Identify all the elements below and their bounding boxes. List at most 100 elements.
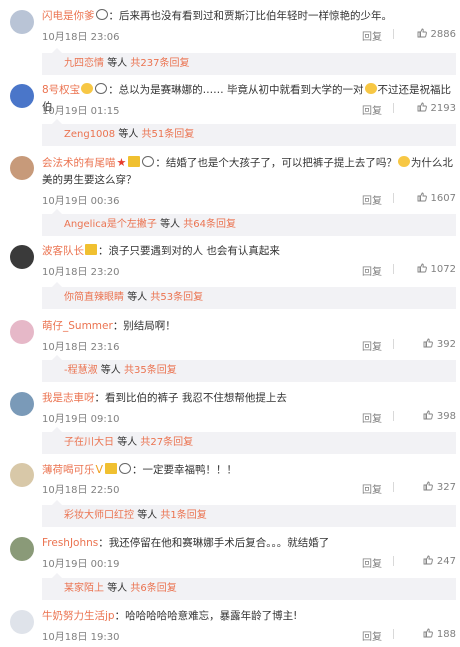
like-button[interactable]: 2886 [400,28,456,40]
like-count: 2193 [430,103,456,114]
reply-button[interactable]: 回复 [362,481,382,496]
view-replies-link[interactable]: 共1条回复 [160,510,206,521]
reply-author[interactable]: 彩妆大师口红控 [64,510,134,521]
panda-emoji-icon [95,83,108,94]
like-button[interactable]: 398 [400,410,456,422]
reply-button[interactable]: 回复 [362,102,382,117]
divider [393,482,394,492]
like-button[interactable]: 188 [400,628,456,640]
reply-summary: 彩妆大师口红控 等人 共1条回复 [42,500,456,527]
like-button[interactable]: 2193 [400,102,456,114]
comment-text: ：看到比伯的裤子 我忍不住想帮他提上去 [94,392,287,404]
avatar[interactable] [10,463,34,487]
reply-author[interactable]: 你简直辣眼睛 [64,292,124,303]
like-button[interactable]: 327 [400,481,456,493]
commenter-name[interactable]: FreshJohns [42,537,98,549]
thumbs-up-icon [417,192,427,202]
comment-body: 波客队长 ：浪子只要遇到对的人 也会有认真起来 [42,243,456,260]
reply-author[interactable]: Zeng1008 [64,129,115,140]
caret-up-icon [52,427,62,432]
reply-button[interactable]: 回复 [362,628,382,643]
divider [393,629,394,639]
view-replies-link[interactable]: 共35条回复 [124,365,177,376]
like-count: 392 [436,339,456,350]
reply-suffix: 等人 [137,510,158,521]
comment-text: ：总以为是赛琳娜的…… 毕竟从初中就看到大学的一对 [108,84,364,96]
commenter-name[interactable]: 8号权宝 [42,84,80,96]
view-replies-link[interactable]: 共27条回复 [140,437,193,448]
reply-suffix: 等人 [127,292,148,303]
like-button[interactable]: 247 [400,555,456,567]
panda-emoji-icon [142,156,155,167]
panda-emoji-icon [119,463,132,474]
caret-up-icon [52,500,62,505]
heart-badge-icon: V [95,463,104,476]
thumbs-up-icon [423,481,433,491]
avatar-image [10,156,34,180]
comment-meta: 10月18日 22:50 回复 327 [42,481,456,496]
like-button[interactable]: 1072 [400,263,456,275]
like-count: 1607 [430,193,456,204]
smiley-emoji-icon [81,83,94,94]
crown-badge-icon [128,156,141,167]
comment-text: ：浪子只要遇到对的人 也会有认真起来 [98,245,280,257]
comment-body: 薄荷喝可乐V ：一定要幸福鸭！！！ [42,461,456,479]
smiley-emoji-icon [397,156,410,167]
like-button[interactable]: 392 [400,338,456,350]
reply-summary: 某家陌上 等人 共6条回复 [42,573,456,600]
view-replies-link[interactable]: 共53条回复 [150,292,203,303]
reply-author[interactable]: 九四恋情 [64,58,104,69]
avatar[interactable] [10,392,34,416]
reply-button[interactable]: 回复 [362,555,382,570]
comment-meta: 10月19日 09:10 回复 398 [42,410,456,425]
commenter-name[interactable]: 萌仔_Summer [42,320,113,332]
commenter-name[interactable]: 会法术的有尾喵 [42,157,116,169]
comment-meta: 10月18日 19:30 回复 188 [42,628,456,643]
view-replies-link[interactable]: 共237条回复 [130,58,189,69]
like-count: 247 [436,556,456,567]
reply-button[interactable]: 回复 [362,192,382,207]
comment-timestamp: 10月18日 22:50 [42,485,120,496]
comment-timestamp: 10月18日 23:06 [42,32,120,43]
comment-meta: 10月19日 01:15 回复 2193 [42,102,456,117]
reply-author[interactable]: Angelica是个左撇子 [64,219,157,230]
commenter-name[interactable]: 闪电是你爹 [42,10,95,22]
commenter-name[interactable]: 薄荷喝可乐 [42,464,95,476]
comment-text: ：我还停留在他和赛琳娜手术后复合。。。就结婚了 [98,537,330,549]
avatar[interactable] [10,245,34,269]
reply-button[interactable]: 回复 [362,263,382,278]
commenter-name[interactable]: 牛奶努力生活jp [42,610,115,622]
reply-author[interactable]: 某家陌上 [64,583,104,594]
reply-author[interactable]: -程慧淑 [64,365,98,376]
comment-text: ：结婚了也是个大孩子了，可以把裤子提上去了吗？ [155,157,397,169]
comment-text: ：后来再也没有看到过和贾斯汀比伯年轻时一样惊艳的少年。 [108,10,393,22]
avatar[interactable] [10,537,34,561]
reply-button[interactable]: 回复 [362,410,382,425]
avatar-image [10,463,34,487]
caret-up-icon [52,355,62,360]
reply-summary: Angelica是个左撇子 等人 共64条回复 [42,209,456,236]
like-count: 188 [436,629,456,640]
comment-body: 会法术的有尾喵★ ：结婚了也是个大孩子了，可以把裤子提上去了吗？ 为什么北美的男生要… [42,154,456,189]
commenter-name[interactable]: 我是志車呀 [42,392,95,404]
avatar[interactable] [10,10,34,34]
view-replies-link[interactable]: 共64条回复 [183,219,236,230]
comment-timestamp: 10月18日 23:20 [42,267,120,278]
commenter-name[interactable]: 波客队长 [42,245,84,257]
thumbs-up-icon [423,628,433,638]
avatar[interactable] [10,610,34,634]
like-count: 398 [436,411,456,422]
view-replies-link[interactable]: 共51条回复 [142,129,195,140]
avatar[interactable] [10,156,34,180]
view-replies-link[interactable]: 共6条回复 [130,583,176,594]
caret-up-icon [52,48,62,53]
reply-button[interactable]: 回复 [362,338,382,353]
avatar[interactable] [10,84,34,108]
thumbs-up-icon [417,28,427,38]
reply-author[interactable]: 子在川大日 [64,437,114,448]
like-button[interactable]: 1607 [400,192,456,204]
reply-button[interactable]: 回复 [362,28,382,43]
avatar-image [10,245,34,269]
divider [393,103,394,113]
avatar[interactable] [10,320,34,344]
